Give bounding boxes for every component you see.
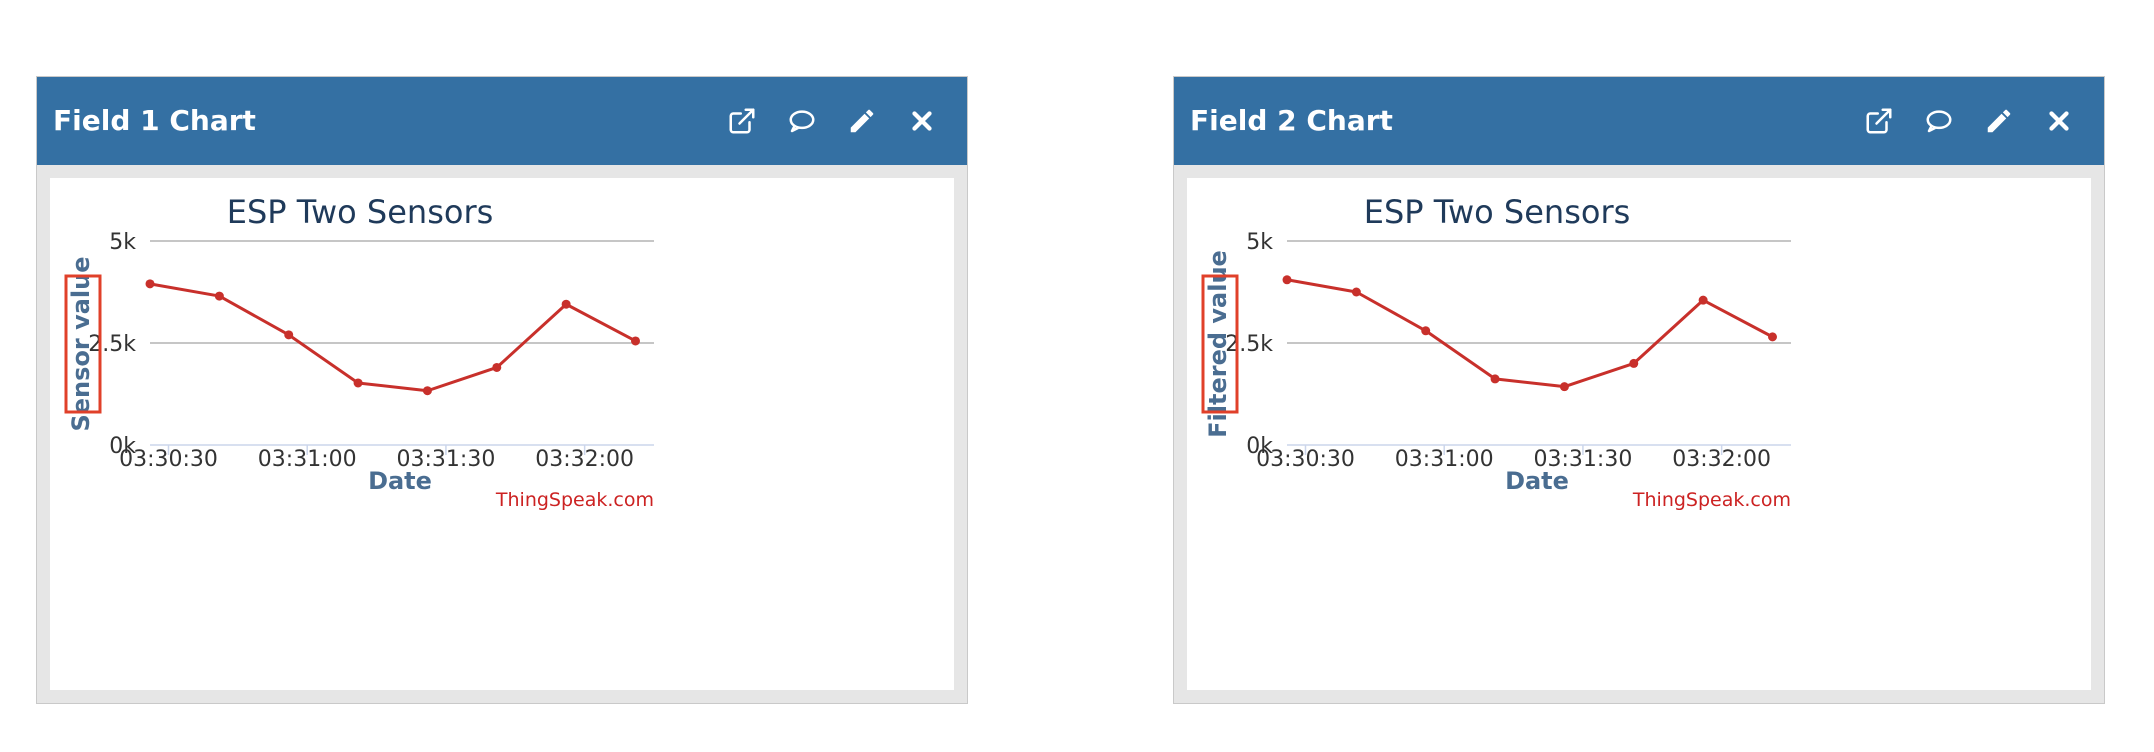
- data-point: [1559, 382, 1569, 392]
- close-icon[interactable]: [2038, 101, 2080, 141]
- data-point: [1768, 332, 1778, 342]
- close-icon[interactable]: [901, 101, 943, 141]
- data-point: [422, 386, 432, 396]
- field-2-chart-widget: Field 2 Chart ESP Two Sensors 0k 2.5k 5k 03:…: [1173, 76, 2105, 704]
- data-point: [145, 279, 155, 289]
- header-icons: [721, 101, 943, 141]
- y-tick-label: 2.5k: [1225, 332, 1273, 357]
- header-icons: [1858, 101, 2080, 141]
- x-tick-label: 03:32:00: [535, 447, 634, 472]
- y-tick-label: 2.5k: [88, 332, 136, 357]
- data-point: [1351, 287, 1361, 297]
- data-point: [561, 299, 571, 309]
- data-point: [353, 378, 363, 388]
- data-point: [1629, 358, 1639, 368]
- data-point: [1698, 295, 1708, 305]
- data-point: [631, 336, 641, 346]
- series-line: [1286, 278, 1774, 389]
- x-tick-label: 03:32:00: [1672, 447, 1771, 472]
- x-tick-label: 03:31:00: [258, 447, 357, 472]
- series-line: [149, 282, 637, 393]
- y-tick-label: 5k: [1246, 230, 1273, 255]
- data-point: [214, 291, 224, 301]
- comment-icon[interactable]: [1918, 101, 1960, 141]
- x-axis-title: Date: [368, 467, 432, 495]
- x-axis-title: Date: [1505, 467, 1569, 495]
- pencil-icon[interactable]: [1978, 101, 2020, 141]
- field-1-chart-widget: Field 1 Chart ESP Two Sensors 0k 2.5k 5k 03:…: [36, 76, 968, 704]
- external-link-icon[interactable]: [721, 101, 763, 141]
- credit-link: ThingSpeak.com: [495, 489, 654, 511]
- data-point: [492, 362, 502, 372]
- data-point: [1421, 326, 1431, 336]
- y-axis-title: Filtered value: [1204, 250, 1232, 438]
- widget-title: Field 2 Chart: [1190, 104, 1393, 137]
- comment-icon[interactable]: [781, 101, 823, 141]
- data-point: [284, 330, 294, 340]
- pencil-icon[interactable]: [841, 101, 883, 141]
- x-tick-label: 03:30:30: [119, 447, 218, 472]
- external-link-icon[interactable]: [1858, 101, 1900, 141]
- x-tick-label: 03:31:00: [1395, 447, 1494, 472]
- widget-title: Field 1 Chart: [53, 104, 256, 137]
- chart-body: ESP Two Sensors 0k 2.5k 5k 03:30:30 03:31:00 0…: [50, 178, 954, 690]
- widget-header: Field 2 Chart: [1174, 77, 2104, 165]
- line-chart: ESP Two Sensors0k2.5k5k03:30:30 03:31:00 0…: [64, 193, 654, 511]
- line-chart: ESP Two Sensors0k2.5k5k03:30:30 03:31:00 0…: [1201, 193, 1791, 511]
- x-tick-label: 03:30:30: [1256, 447, 1355, 472]
- y-axis-title: Sensor value: [67, 256, 95, 431]
- data-point: [1490, 374, 1500, 384]
- chart-title: ESP Two Sensors: [227, 193, 494, 231]
- chart-body: ESP Two Sensors 0k 2.5k 5k 03:30:30 03:31:00 0…: [1187, 178, 2091, 690]
- widget-header: Field 1 Chart: [37, 77, 967, 165]
- credit-link: ThingSpeak.com: [1632, 489, 1791, 511]
- data-point: [1282, 275, 1292, 285]
- chart-title: ESP Two Sensors: [1364, 193, 1631, 231]
- y-tick-label: 5k: [109, 230, 136, 255]
